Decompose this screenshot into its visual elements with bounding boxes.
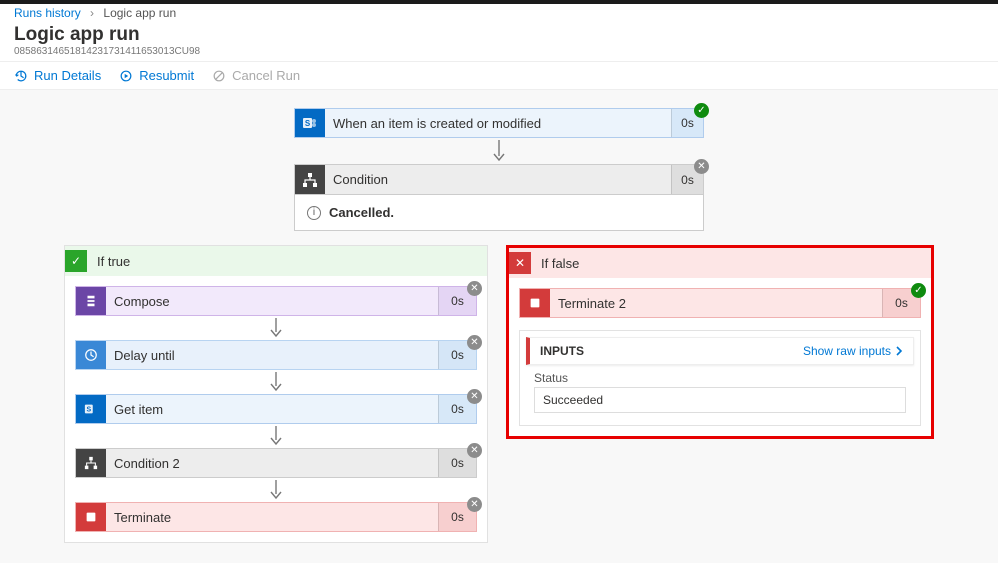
flow-arrow (75, 424, 477, 448)
resubmit-button[interactable]: Resubmit (119, 68, 194, 83)
clock-icon (76, 341, 106, 369)
inputs-heading: INPUTS (540, 344, 584, 358)
success-badge: ✓ (911, 283, 926, 298)
branch-false: ✕ If false Terminate 2 0s ✓ INPUTS Show … (506, 245, 934, 439)
flow-arrow (75, 478, 477, 502)
delay-until-step[interactable]: Delay until 0s ✕ (75, 340, 477, 370)
show-raw-inputs-link[interactable]: Show raw inputs (803, 344, 903, 358)
trigger-step[interactable]: S When an item is created or modified 0s… (294, 108, 704, 138)
condition-label: Condition (325, 165, 671, 194)
toolbar: Run Details Resubmit Cancel Run (0, 61, 998, 90)
compose-icon (76, 287, 106, 315)
cancel-run-button: Cancel Run (212, 68, 300, 83)
branch-true: ✓ If true Compose 0s ✕ Delay until 0s ✕ (64, 245, 488, 543)
skip-badge: ✕ (467, 497, 482, 512)
close-icon: ✕ (509, 252, 531, 274)
flow-arrow (75, 316, 477, 340)
flow-arrow (75, 370, 477, 394)
history-icon (14, 69, 28, 83)
condition2-step[interactable]: Condition 2 0s ✕ (75, 448, 477, 478)
cancel-icon (212, 69, 226, 83)
terminate-icon (520, 289, 550, 317)
breadcrumb: Runs history › Logic app run (0, 4, 998, 22)
info-icon: i (307, 206, 321, 220)
chevron-right-icon (895, 346, 903, 356)
replay-icon (119, 69, 133, 83)
designer-canvas: S When an item is created or modified 0s… (0, 90, 998, 563)
compose-step[interactable]: Compose 0s ✕ (75, 286, 477, 316)
breadcrumb-root[interactable]: Runs history (14, 6, 81, 20)
skip-badge: ✕ (467, 335, 482, 350)
status-value: Succeeded (534, 387, 906, 413)
condition-icon (295, 165, 325, 194)
flow-arrow (294, 138, 704, 164)
branch-false-header: ✕ If false (509, 248, 931, 278)
condition-message: Cancelled. (329, 205, 394, 220)
get-item-step[interactable]: S Get item 0s ✕ (75, 394, 477, 424)
terminate2-step[interactable]: Terminate 2 0s ✓ (519, 288, 921, 318)
breadcrumb-current: Logic app run (103, 6, 176, 20)
terminate-step[interactable]: Terminate 0s ✕ (75, 502, 477, 532)
svg-text:S: S (86, 407, 91, 414)
condition-step[interactable]: Condition 0s i Cancelled. ✕ (294, 164, 704, 231)
svg-text:S: S (305, 119, 311, 128)
trigger-label: When an item is created or modified (325, 109, 671, 137)
condition-icon (76, 449, 106, 477)
terminate-icon (76, 503, 106, 531)
skip-badge: ✕ (467, 443, 482, 458)
check-icon: ✓ (65, 250, 87, 272)
skip-badge: ✕ (467, 389, 482, 404)
sharepoint-icon: S (76, 395, 106, 423)
terminate2-detail-panel: INPUTS Show raw inputs Status Succeeded (519, 330, 921, 426)
skip-badge: ✕ (694, 159, 709, 174)
page-title: Logic app run (14, 24, 984, 46)
skip-badge: ✕ (467, 281, 482, 296)
branch-true-header: ✓ If true (65, 246, 487, 276)
success-badge: ✓ (694, 103, 709, 118)
run-id: 08586314651814231731411653013CU98 (14, 46, 984, 57)
chevron-right-icon: › (90, 6, 94, 20)
status-key: Status (534, 371, 906, 385)
sharepoint-icon: S (295, 109, 325, 137)
run-details-button[interactable]: Run Details (14, 68, 101, 83)
